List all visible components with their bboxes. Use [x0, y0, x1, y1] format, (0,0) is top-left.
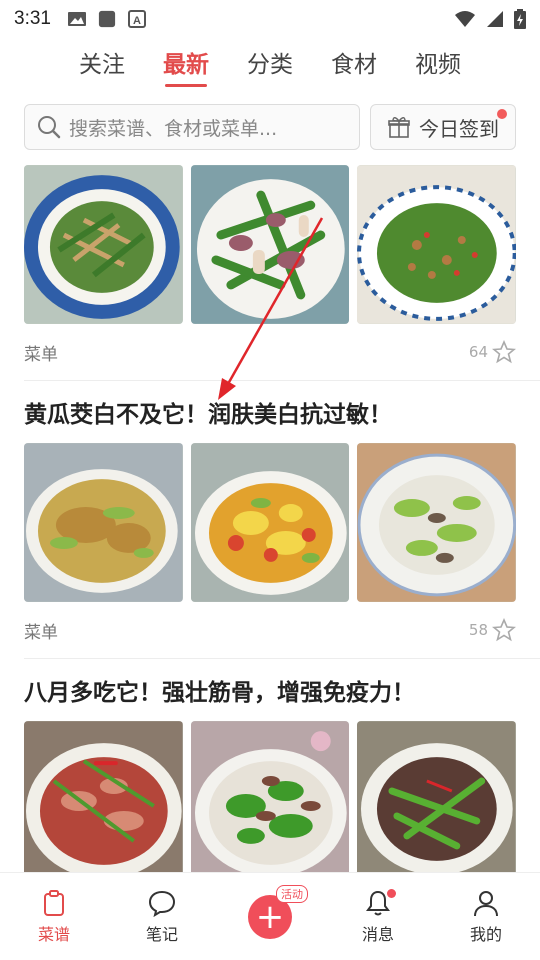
checkin-dot	[497, 109, 507, 119]
svg-text:A: A	[133, 15, 141, 27]
image-row	[24, 443, 517, 602]
card-tag: 菜单	[24, 344, 58, 365]
person-icon	[474, 890, 498, 916]
image-row	[24, 165, 517, 324]
clipboard-icon	[44, 889, 64, 916]
checkin-button[interactable]: 今日签到	[370, 104, 516, 150]
nav-mine[interactable]: 我的	[446, 889, 526, 945]
top-tabs: 关注 最新 分类 食材 视频	[0, 38, 540, 92]
gift-icon	[388, 117, 410, 138]
wifi-icon	[455, 11, 475, 27]
tab-latest[interactable]: 最新	[163, 45, 209, 87]
dish-photo[interactable]	[24, 165, 183, 324]
nav-messages-label: 消息	[361, 924, 394, 944]
nav-recipes[interactable]: 菜谱	[14, 889, 94, 945]
dish-photo[interactable]	[357, 721, 517, 880]
battery-icon	[514, 9, 526, 29]
tab-ingredients[interactable]: 食材	[331, 45, 377, 85]
status-bar: 3:31 A	[0, 0, 540, 38]
chat-bubble-icon	[148, 890, 176, 917]
notification-dot	[387, 888, 396, 898]
likes-count: 64	[468, 343, 488, 361]
nav-notes-label: 笔记	[145, 924, 178, 944]
likes-count: 58	[468, 621, 488, 639]
signal-icon	[487, 11, 503, 27]
nav-mine-label: 我的	[469, 924, 502, 944]
likes[interactable]: 64	[469, 340, 516, 364]
card-tag: 菜单	[24, 622, 58, 643]
image-row	[24, 721, 517, 880]
font-icon: A	[127, 10, 146, 28]
search-icon	[38, 116, 61, 139]
app-icon	[98, 10, 116, 28]
search-placeholder: 搜索菜谱、食材或菜单...	[69, 117, 278, 140]
search-input[interactable]: 搜索菜谱、食材或菜单...	[24, 104, 360, 150]
checkin-label: 今日签到	[419, 116, 499, 141]
nav-recipes-label: 菜谱	[37, 924, 70, 944]
recipe-card[interactable]: 菜单 64	[0, 150, 540, 380]
status-time: 3:31	[14, 8, 51, 29]
card-title: 黄瓜茭白不及它！润肤美白抗过敏！	[24, 402, 392, 428]
dish-photo[interactable]	[190, 443, 350, 602]
recipe-card[interactable]: 黄瓜茭白不及它！润肤美白抗过敏！ 菜单 58	[0, 381, 540, 658]
image-icon	[67, 12, 86, 26]
dish-photo[interactable]	[357, 165, 517, 324]
dish-photo[interactable]	[357, 443, 517, 602]
card-meta: 菜单 58	[24, 602, 516, 658]
nav-messages[interactable]: 消息	[338, 888, 418, 945]
nav-notes[interactable]: 笔记	[122, 889, 202, 945]
tab-category[interactable]: 分类	[247, 45, 293, 85]
tab-following[interactable]: 关注	[79, 45, 125, 85]
activity-badge: 活动	[276, 884, 308, 903]
search-row: 搜索菜谱、食材或菜单... 今日签到	[0, 92, 540, 150]
star-icon	[492, 340, 516, 364]
tab-video[interactable]: 视频	[415, 45, 461, 85]
likes[interactable]: 58	[469, 618, 516, 642]
bottom-nav: 菜谱 笔记 + 活动 消息 我的	[0, 872, 540, 960]
nav-create[interactable]: + 活动	[230, 884, 310, 939]
recipe-card[interactable]: 八月多吃它！强壮筋骨，增强免疫力！	[0, 659, 540, 880]
card-title: 八月多吃它！强壮筋骨，增强免疫力！	[24, 680, 415, 706]
star-icon	[492, 618, 516, 642]
dish-photo[interactable]	[190, 165, 350, 324]
dish-photo[interactable]	[190, 721, 350, 880]
card-meta: 菜单 64	[24, 324, 516, 380]
dish-photo[interactable]	[24, 443, 183, 602]
dish-photo[interactable]	[24, 721, 183, 880]
